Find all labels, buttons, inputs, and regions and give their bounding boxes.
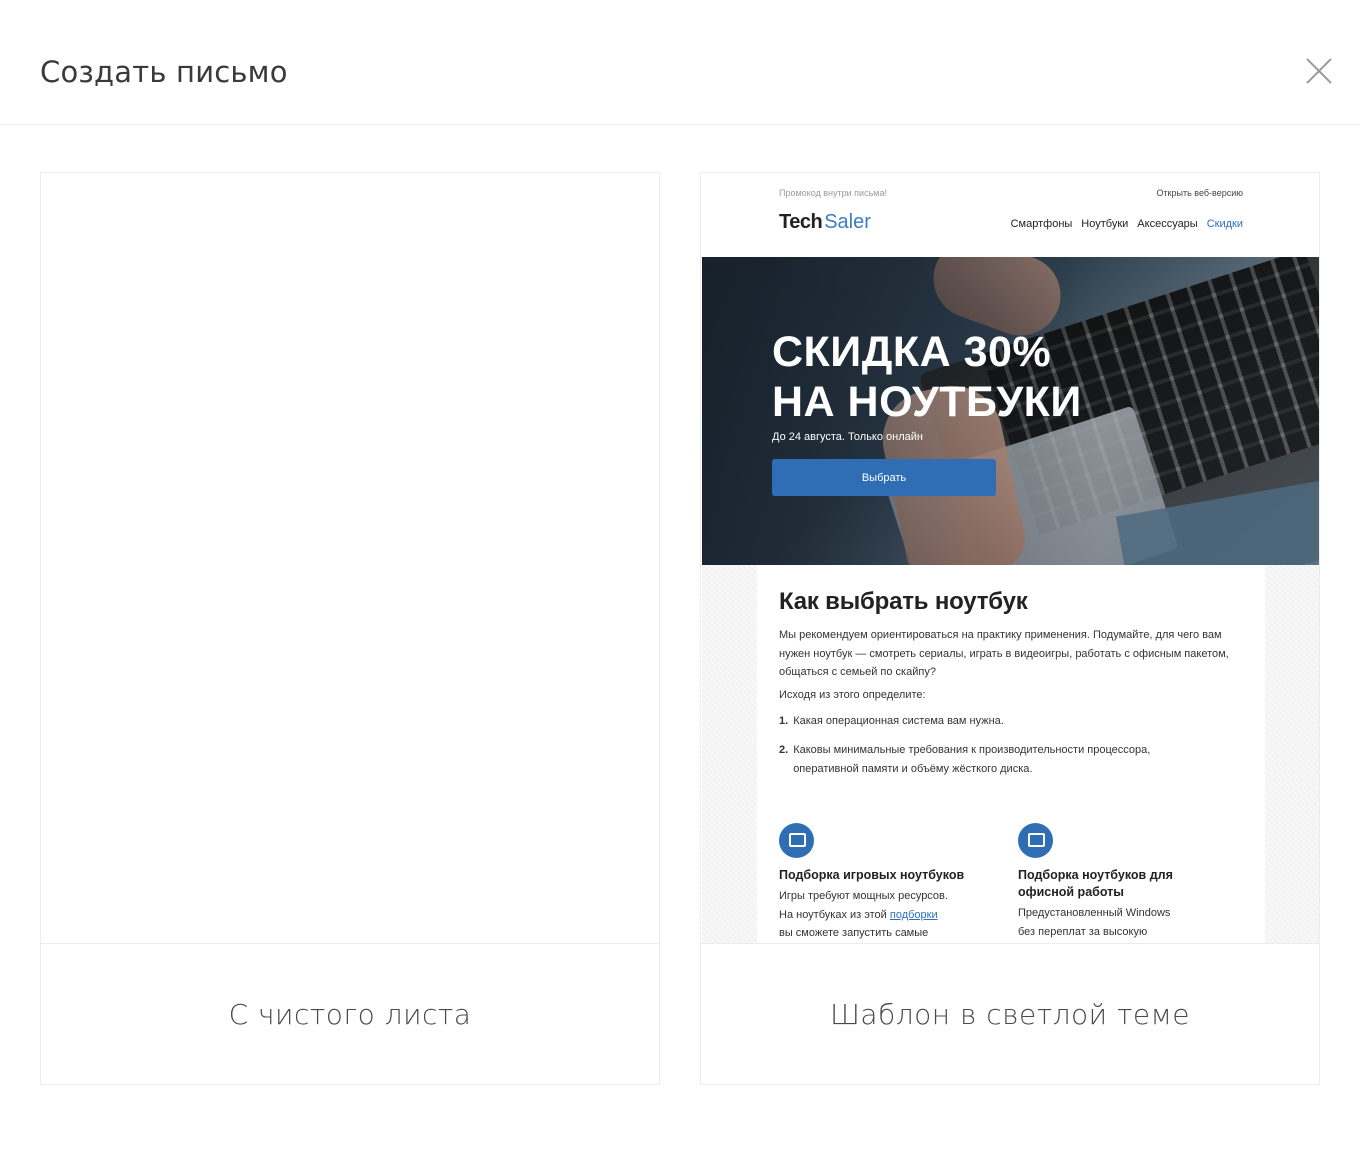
email-nav-item: Ноутбуки <box>1081 218 1129 230</box>
blank-preview <box>41 173 659 943</box>
card-caption: С чистого листа <box>41 943 659 1084</box>
feature-description: Игры требуют мощных ресурсов. На ноутбук… <box>779 887 989 943</box>
feature-line: На ноутбуках из этой подборки <box>779 906 989 925</box>
gaming-laptop-icon <box>779 823 814 858</box>
list-text: Каковы минимальные требования к производ… <box>793 744 1151 775</box>
modal-header: Создать письмо <box>0 0 1360 125</box>
article-lead: Исходя из этого определите: <box>779 689 926 701</box>
list-text: Какая операционная система вам нужна. <box>793 715 1004 727</box>
email-logo: Tech Saler <box>779 211 871 234</box>
blank-template-card[interactable]: С чистого листа <box>40 172 660 1085</box>
email-header: Промокод внутри письма! Открыть веб-верс… <box>701 173 1319 257</box>
hero-button: Выбрать <box>772 459 996 496</box>
feature-line: Предустановленный Windows <box>1018 907 1171 919</box>
feature-link: подборки <box>889 908 938 921</box>
list-number: 2. <box>779 744 789 756</box>
hero-title: СКИДКА 30% НА НОУТБУКИ <box>772 327 1082 427</box>
close-icon[interactable] <box>1300 52 1338 90</box>
article-list-item: 2. Каковы минимальные требования к произв… <box>779 741 1209 779</box>
hero-title-line: НА НОУТБУКИ <box>772 378 1082 426</box>
card-caption: Шаблон в светлой теме <box>701 943 1319 1084</box>
email-hero-image: СКИДКА 30% НА НОУТБУКИ До 24 августа. То… <box>702 257 1319 565</box>
email-content: Как выбрать ноутбук Мы рекомендуем ориен… <box>757 565 1265 943</box>
feature-title: Подборка игровых ноутбуков <box>779 868 965 882</box>
logo-light: Saler <box>824 211 871 233</box>
template-preview: Промокод внутри письма! Открыть веб-верс… <box>701 173 1319 943</box>
feature-gaming: Подборка игровых ноутбуков Игры требуют … <box>779 823 989 943</box>
modal-title: Создать письмо <box>40 55 288 89</box>
office-laptop-icon <box>1018 823 1053 858</box>
article-list-item: 1. Какая операционная система вам нужна. <box>779 715 1004 727</box>
feature-title: Подборка ноутбуков для офисной работы <box>1018 868 1173 899</box>
feature-office: Подборка ноутбуков для офисной работы Пр… <box>1018 823 1228 941</box>
feature-description: Предустановленный Windows без переплат з… <box>1018 904 1228 941</box>
feature-line: без переплат за высокую <box>1018 925 1148 938</box>
email-nav: Смартфоны Ноутбуки Аксессуары Скидки <box>1011 218 1243 230</box>
email-promo-text: Промокод внутри письма! <box>779 188 887 198</box>
article-paragraph: Мы рекомендуем ориентироваться на практи… <box>779 629 1229 678</box>
hero-title-line: СКИДКА 30% <box>772 328 1052 376</box>
email-nav-item: Смартфоны <box>1010 218 1073 230</box>
email-nav-item: Аксессуары <box>1137 218 1198 230</box>
email-body: Как выбрать ноутбук Мы рекомендуем ориен… <box>702 565 1319 943</box>
email-web-version-link: Открыть веб-версию <box>1156 188 1243 198</box>
email-nav-item: Скидки <box>1206 218 1243 230</box>
article-heading: Как выбрать ноутбук <box>779 588 1028 615</box>
feature-line: вы сможете запустить самые <box>779 927 929 939</box>
feature-line: Игры требуют мощных ресурсов. <box>779 890 948 902</box>
feature-text: На ноутбуках из этой <box>779 908 890 921</box>
light-template-card[interactable]: Промокод внутри письма! Открыть веб-верс… <box>700 172 1320 1085</box>
list-number: 1. <box>779 715 789 727</box>
hero-subtitle: До 24 августа. Только онлайн <box>772 431 923 443</box>
logo-bold: Tech <box>779 211 823 233</box>
